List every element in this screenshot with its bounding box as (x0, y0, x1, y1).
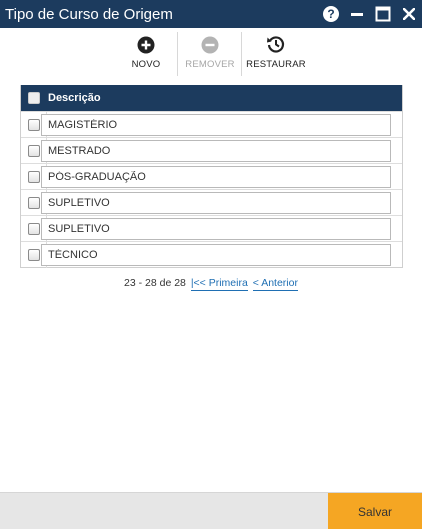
table-row (21, 189, 402, 216)
close-icon (403, 8, 415, 20)
descricao-field[interactable] (41, 243, 391, 266)
close-button[interactable] (396, 0, 422, 28)
grid-header: Descrição (21, 85, 402, 111)
pagination: 23 - 28 de 28 |<< Primeira < Anterior (0, 277, 422, 291)
window-title: Tipo de Curso de Origem (5, 5, 173, 23)
table-row (21, 137, 402, 164)
history-icon (266, 30, 286, 54)
help-icon: ? (323, 6, 339, 22)
footer-bar: Salvar (0, 492, 422, 529)
new-button-label: NOVO (131, 59, 161, 70)
plus-circle-icon (137, 30, 155, 54)
remove-button[interactable]: REMOVER (185, 30, 235, 76)
descricao-field[interactable] (41, 191, 391, 214)
checkbox-icon (27, 170, 40, 183)
previous-page-link[interactable]: < Anterior (252, 277, 298, 291)
minus-circle-icon (201, 30, 219, 54)
window-titlebar: Tipo de Curso de Origem ? (0, 0, 422, 28)
new-button[interactable]: NOVO (130, 30, 162, 76)
minimize-icon (351, 13, 363, 16)
toolbar: NOVO REMOVER RESTAURAR (0, 30, 422, 76)
help-button[interactable]: ? (318, 0, 344, 28)
column-header-descricao[interactable]: Descrição (47, 92, 101, 104)
restore-button-label: RESTAURAR (246, 59, 306, 70)
save-button[interactable]: Salvar (328, 493, 422, 529)
checkbox-icon (28, 92, 40, 104)
descricao-field[interactable] (41, 165, 391, 188)
select-all-checkbox[interactable] (21, 92, 47, 104)
minimize-button[interactable] (344, 0, 370, 28)
checkbox-icon (27, 222, 40, 235)
pagination-range: 23 - 28 de 28 (124, 277, 186, 289)
table-row (21, 241, 402, 268)
data-grid: Descrição (20, 85, 403, 268)
table-row (21, 111, 402, 138)
maximize-icon (375, 6, 391, 22)
descricao-field[interactable] (41, 113, 391, 136)
descricao-field[interactable] (41, 139, 391, 162)
first-page-link[interactable]: |<< Primeira (190, 277, 248, 291)
checkbox-icon (27, 248, 40, 261)
table-row (21, 163, 402, 190)
remove-button-label: REMOVER (185, 59, 235, 70)
table-row (21, 215, 402, 242)
descricao-field[interactable] (41, 217, 391, 240)
checkbox-icon (27, 118, 40, 131)
toolbar-divider (241, 32, 242, 76)
toolbar-divider (177, 32, 178, 76)
checkbox-icon (27, 144, 40, 157)
maximize-button[interactable] (370, 0, 396, 28)
restore-button[interactable]: RESTAURAR (246, 30, 306, 76)
checkbox-icon (27, 196, 40, 209)
